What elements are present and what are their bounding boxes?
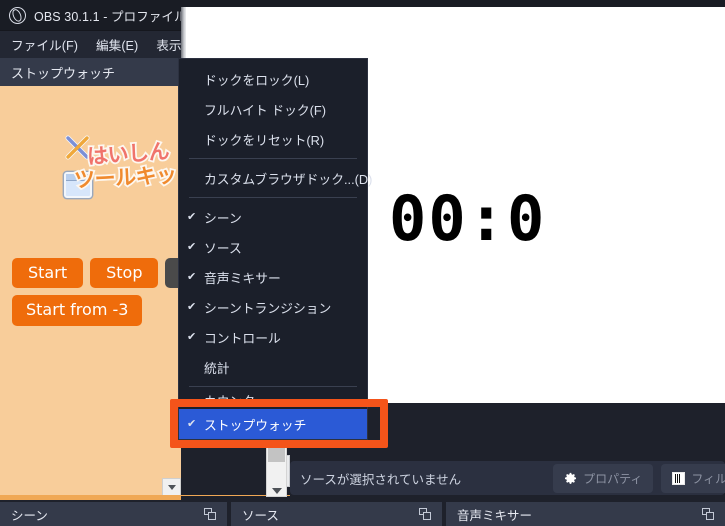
check-icon: ✔: [187, 417, 197, 430]
dock-scene-label: シーン: [11, 508, 48, 523]
menu-item-label: フルハイト ドック(F): [204, 102, 327, 118]
menu-item-label: カウンター: [204, 393, 268, 409]
menu-item-label: コントロール: [204, 330, 281, 346]
float-dock-icon[interactable]: [702, 507, 715, 521]
menu-item-controls[interactable]: ✔ コントロール: [179, 322, 367, 352]
menu-item-scenes[interactable]: ✔ シーン: [179, 202, 367, 232]
filters-button[interactable]: フィルタ: [661, 463, 725, 493]
menu-file[interactable]: ファイル(F): [2, 31, 87, 58]
stopwatch-controls: Start Stop Re Start from -3: [12, 258, 181, 326]
dock-bottom-accent-line: [0, 495, 290, 496]
dock-dropdown-menu: ✔ ドックをロック(L) ✔ フルハイト ドック(F) ✔ ドックをリセット(R…: [178, 58, 372, 440]
chevron-down-icon: [271, 488, 282, 494]
check-icon: ✔: [187, 210, 197, 223]
menu-item-scene-transitions[interactable]: ✔ シーントランジション: [179, 292, 367, 322]
check-icon: ✔: [187, 330, 197, 343]
stop-button[interactable]: Stop: [90, 258, 159, 289]
dock-scene[interactable]: シーン: [0, 502, 227, 526]
menu-item-sources[interactable]: ✔ ソース: [179, 232, 367, 262]
filter-icon: [672, 471, 686, 485]
menu-item-counter[interactable]: ✔ カウンター: [179, 391, 367, 409]
properties-button[interactable]: プロパティ: [553, 463, 654, 493]
menu-item-label: ドックをリセット(R): [204, 132, 325, 148]
menu-scrollbar-thumb[interactable]: [268, 441, 285, 462]
chevron-down-icon: [167, 485, 176, 490]
check-icon: ✔: [187, 270, 197, 283]
menu-item-stopwatch[interactable]: ✔ ストップウォッチ: [179, 409, 367, 439]
stopwatch-dock: ストップウォッチ はいしん ツールキット Start Stop Start fr…: [0, 58, 181, 497]
gear-icon: [565, 472, 577, 484]
menu-item-lock-docks[interactable]: ✔ ドックをロック(L): [179, 64, 367, 94]
menu-item-label: ドックをロック(L): [204, 72, 310, 88]
float-dock-icon[interactable]: [204, 507, 217, 521]
bottom-dock-bar: シーン ソース 音声ミキサー: [0, 500, 725, 526]
float-dock-icon[interactable]: [419, 507, 432, 521]
menu-item-full-height-docks[interactable]: ✔ フルハイト ドック(F): [179, 94, 367, 124]
source-control-bar: ソースが選択されていません プロパティ フィルタ: [290, 461, 725, 495]
menu-item-label: ストップウォッチ: [204, 417, 307, 433]
menu-separator: [189, 386, 357, 387]
obs-main-window: OBS 30.1.1 - プロファイル: 無題 - シーン: 無題 ファイル(F…: [0, 0, 725, 526]
start-button[interactable]: Start: [12, 258, 84, 289]
menu-item-label: シーントランジション: [204, 300, 332, 316]
no-source-selected-label: ソースが選択されていません: [300, 472, 462, 487]
source-action-buttons: プロパティ フィルタ: [553, 463, 725, 493]
menu-item-custom-browser-docks[interactable]: ✔ カスタムブラウザドック...(D): [179, 163, 372, 193]
filters-button-label: フィルタ: [691, 471, 725, 486]
properties-button-label: プロパティ: [583, 471, 643, 486]
menu-item-reset-docks[interactable]: ✔ ドックをリセット(R): [179, 124, 367, 154]
stopwatch-dock-body: はいしん ツールキット Start Stop Re Start from -3: [0, 86, 181, 497]
menu-item-stats[interactable]: ✔ 統計: [179, 352, 367, 382]
start-from-minus-3-button[interactable]: Start from -3: [12, 295, 143, 326]
menu-item-label: シーン: [204, 210, 242, 226]
dock-audio-mixer-label: 音声ミキサー: [457, 508, 533, 523]
obs-logo-icon: [9, 6, 26, 24]
menu-separator: [189, 197, 357, 198]
menu-separator: [189, 158, 357, 159]
menu-scrollbar[interactable]: [266, 440, 287, 497]
menu-item-label: カスタムブラウザドック...(D): [204, 171, 373, 187]
dock-audio-mixer[interactable]: 音声ミキサー: [446, 502, 725, 526]
stopwatch-dock-title: ストップウォッチ: [0, 58, 181, 86]
haishin-toolkit-logo: はいしん ツールキット: [56, 134, 181, 202]
preview-timer-text: 00:0: [389, 182, 547, 255]
check-icon: ✔: [187, 240, 197, 253]
menu-scroll-down-button[interactable]: [267, 488, 286, 494]
menu-item-label: ソース: [204, 240, 242, 256]
menu-item-label: 音声ミキサー: [204, 270, 281, 286]
dock-source[interactable]: ソース: [231, 502, 442, 526]
menu-item-audio-mixer[interactable]: ✔ 音声ミキサー: [179, 262, 367, 292]
menu-item-label: 統計: [204, 360, 230, 376]
brand-line-2: ツールキット: [72, 161, 181, 194]
menu-edit[interactable]: 編集(E): [87, 31, 147, 58]
dock-source-label: ソース: [242, 508, 279, 523]
check-icon: ✔: [187, 300, 197, 313]
